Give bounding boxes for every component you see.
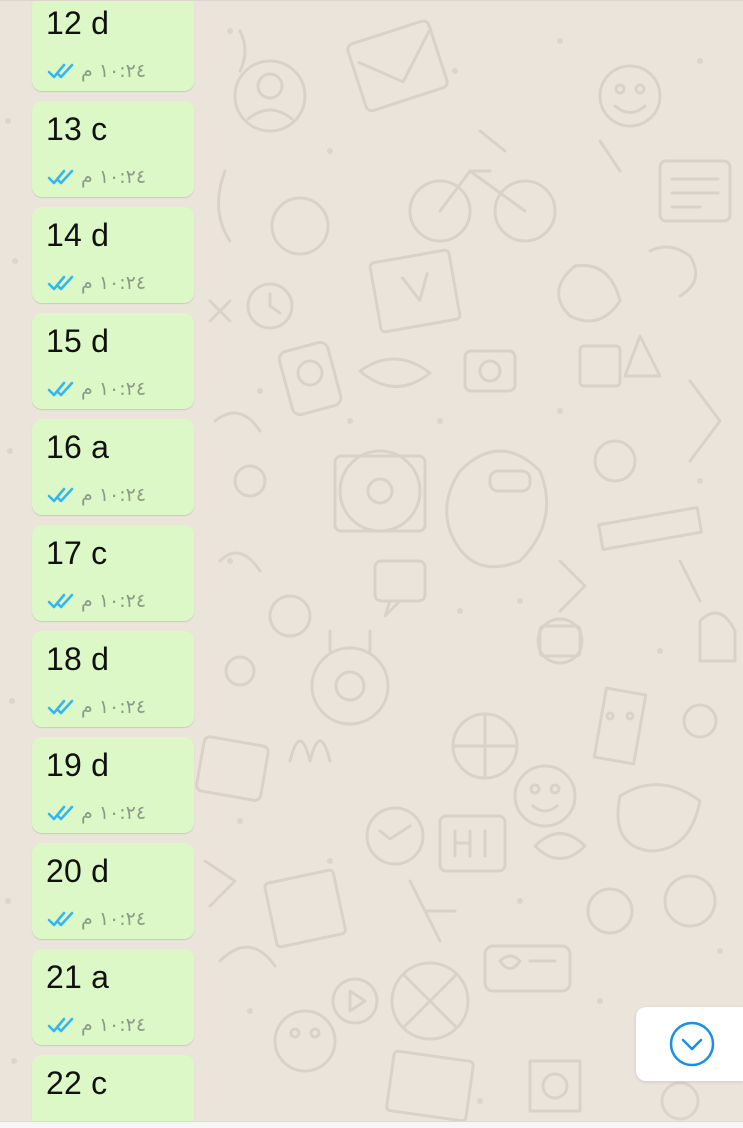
message-meta: ١٠:٢٤ م [47, 695, 146, 719]
message-time: ١٠:٢٤ م [81, 590, 147, 612]
message-bubble[interactable]: 20 d ١٠:٢٤ م [32, 843, 194, 939]
message-meta: ١٠:٢٤ م [47, 271, 146, 295]
chevron-down-icon [669, 1021, 715, 1067]
message-text: 20 d [46, 853, 110, 889]
message-meta: ١٠:٢٤ م [47, 589, 146, 613]
message-text: 13 c [46, 111, 108, 147]
message-meta: ١٠:٢٤ م [47, 59, 146, 83]
message-time: ١٠:٢٤ م [81, 696, 147, 718]
double-check-icon [47, 275, 74, 291]
message-time: ١٠:٢٤ م [81, 378, 147, 400]
double-check-icon [47, 805, 74, 821]
message-time: ١٠:٢٤ م [81, 272, 147, 294]
message-time: ١٠:٢٤ م [81, 166, 147, 188]
double-check-icon [47, 487, 74, 503]
double-check-icon [47, 593, 74, 609]
message-bubble[interactable]: 22 c [32, 1055, 194, 1122]
message-meta: ١٠:٢٤ م [47, 377, 146, 401]
message-bubble[interactable]: 12 d ١٠:٢٤ م [32, 1, 194, 91]
message-time: ١٠:٢٤ م [81, 484, 147, 506]
message-bubble[interactable]: 21 a ١٠:٢٤ م [32, 949, 194, 1045]
message-bubble[interactable]: 15 d ١٠:٢٤ م [32, 313, 194, 409]
message-meta: ١٠:٢٤ م [47, 801, 146, 825]
message-text: 16 a [46, 429, 110, 465]
message-bubble[interactable]: 18 d ١٠:٢٤ م [32, 631, 194, 727]
double-check-icon [47, 699, 74, 715]
message-list: 12 d ١٠:٢٤ م 13 c ١٠:٢٤ م 14 d ١٠:٢٤ م 15 d ١٠:… [32, 1, 194, 1122]
message-meta: ١٠:٢٤ م [47, 907, 146, 931]
message-bubble[interactable]: 14 d ١٠:٢٤ م [32, 207, 194, 303]
message-time: ١٠:٢٤ م [81, 1014, 147, 1036]
double-check-icon [47, 1017, 74, 1033]
message-time: ١٠:٢٤ م [81, 802, 147, 824]
message-text: 18 d [46, 641, 110, 677]
message-bubble[interactable]: 16 a ١٠:٢٤ م [32, 419, 194, 515]
message-text: 19 d [46, 747, 110, 783]
message-bubble[interactable]: 13 c ١٠:٢٤ م [32, 101, 194, 197]
message-bubble[interactable]: 17 c ١٠:٢٤ م [32, 525, 194, 621]
double-check-icon [47, 63, 74, 79]
double-check-icon [47, 169, 74, 185]
message-text: 17 c [46, 535, 108, 571]
message-text: 12 d [46, 5, 110, 41]
message-bubble[interactable]: 19 d ١٠:٢٤ م [32, 737, 194, 833]
message-text: 21 a [46, 959, 110, 995]
message-text: 14 d [46, 217, 110, 253]
message-meta: ١٠:٢٤ م [47, 165, 146, 189]
message-time: ١٠:٢٤ م [81, 60, 147, 82]
scroll-to-bottom-button[interactable] [636, 1007, 743, 1081]
message-meta: ١٠:٢٤ م [47, 1013, 146, 1037]
message-time: ١٠:٢٤ م [81, 908, 147, 930]
chat-area[interactable]: 12 d ١٠:٢٤ م 13 c ١٠:٢٤ م 14 d ١٠:٢٤ م 15 d ١٠:… [0, 0, 743, 1122]
message-meta: ١٠:٢٤ م [47, 483, 146, 507]
message-text: 15 d [46, 323, 110, 359]
double-check-icon [47, 381, 74, 397]
double-check-icon [47, 911, 74, 927]
message-text: 22 c [46, 1065, 108, 1101]
